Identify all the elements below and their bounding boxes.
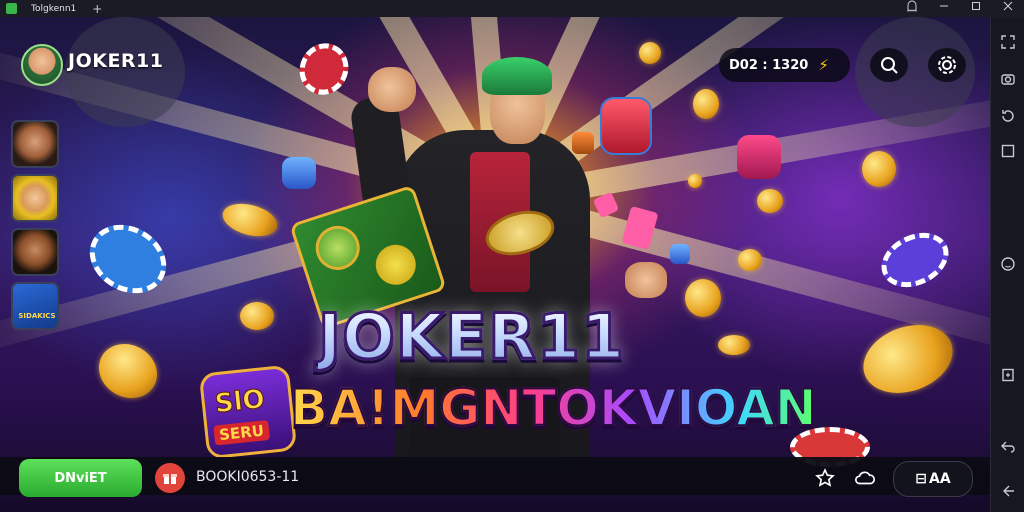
gem-prize (670, 244, 690, 264)
expand-icon (1001, 35, 1015, 49)
text-size-label: AA (929, 471, 951, 487)
timer-text: D02 : 1320 (729, 57, 809, 73)
poker-chip (872, 222, 958, 298)
gold-coin (693, 89, 719, 119)
timer-display: D02 : 1320 ⚡ (719, 48, 850, 82)
arrow-left-icon (1003, 485, 1014, 497)
background-disc (65, 17, 185, 127)
hero-right-hand (625, 262, 667, 298)
book-label: BOOKI0653-11 (196, 469, 300, 485)
gold-coin (718, 335, 750, 355)
rotate-icon (1002, 110, 1014, 122)
emoji-icon (1001, 257, 1015, 271)
book-button[interactable] (155, 463, 185, 493)
gem-prize (572, 132, 594, 154)
window-title-bar: Tolgkenn1 + (0, 0, 1024, 17)
slot-badge-bottom: SERU (213, 419, 270, 446)
star-icon (815, 468, 835, 487)
gift-icon (163, 474, 177, 484)
favorite-button[interactable] (814, 466, 836, 490)
cloud-button[interactable] (854, 466, 876, 490)
gear-icon (938, 56, 956, 74)
food-item (370, 239, 421, 291)
game-viewport[interactable]: JOKER11 SIDAKICS JOKER11 SlO SERU BA!MGN… (0, 17, 990, 512)
rotate-button[interactable] (998, 106, 1018, 126)
hero-hair (482, 57, 552, 95)
lantern-prize (600, 97, 652, 155)
back-button[interactable] (998, 436, 1018, 456)
cloud-icon (855, 471, 875, 485)
game-thumb-2[interactable] (11, 174, 59, 222)
search-icon (881, 57, 898, 74)
back-icon (1001, 441, 1015, 453)
game-thumb-4[interactable]: SIDAKICS (11, 282, 59, 330)
brand-logo: JOKER11 (68, 50, 164, 72)
game-thumb-3[interactable] (11, 228, 59, 276)
hero-fist (368, 67, 416, 112)
profile-avatar[interactable] (21, 44, 63, 86)
emulator-sidebar (990, 17, 1024, 512)
arrow-left-button[interactable] (998, 481, 1018, 501)
screenshot-button[interactable] (998, 365, 1018, 385)
gold-coin (757, 189, 783, 213)
game-subtitle: BA!MGNTOKVIOAN (289, 378, 818, 438)
minimize-icon[interactable] (928, 0, 960, 17)
slot-badge-top: SlO (213, 384, 267, 420)
app-icon (6, 3, 17, 14)
settings-button[interactable] (928, 48, 966, 82)
gold-coin (89, 333, 167, 409)
game-title: JOKER11 (316, 299, 626, 375)
square-button[interactable] (998, 141, 1018, 161)
gold-coin (240, 302, 274, 330)
new-tab-button[interactable]: + (92, 3, 102, 15)
gold-coin (639, 42, 661, 64)
game-thumb-1[interactable] (11, 120, 59, 168)
square-icon (1001, 144, 1015, 158)
game-thumb-4-label: SIDAKICS (18, 312, 56, 320)
tab-title[interactable]: Tolgkenn1 (31, 4, 76, 14)
maximize-icon[interactable] (960, 0, 992, 17)
search-button[interactable] (870, 48, 908, 82)
text-size-glyph: ⊟ (915, 471, 928, 487)
camera-icon (1001, 74, 1015, 85)
slot-badge: SlO SERU (198, 364, 298, 460)
close-icon[interactable] (992, 0, 1024, 17)
emoji-button[interactable] (998, 254, 1018, 274)
lantern-prize (737, 135, 781, 179)
screenshot-icon (1002, 368, 1014, 382)
download-button[interactable]: DNviET (19, 459, 142, 497)
food-item (309, 220, 366, 276)
text-size-button[interactable]: ⊟ AA (893, 461, 973, 497)
expand-button[interactable] (998, 32, 1018, 52)
gold-coin (688, 174, 702, 188)
bolt-icon: ⚡ (818, 56, 829, 74)
gold-coin (685, 279, 721, 317)
gold-coin (219, 198, 281, 242)
gold-coin (738, 249, 762, 271)
gem-prize (282, 157, 316, 189)
ghost-icon[interactable] (896, 0, 928, 17)
gold-coin (862, 151, 896, 187)
bottom-bar (0, 457, 990, 495)
camera-button[interactable] (998, 69, 1018, 89)
